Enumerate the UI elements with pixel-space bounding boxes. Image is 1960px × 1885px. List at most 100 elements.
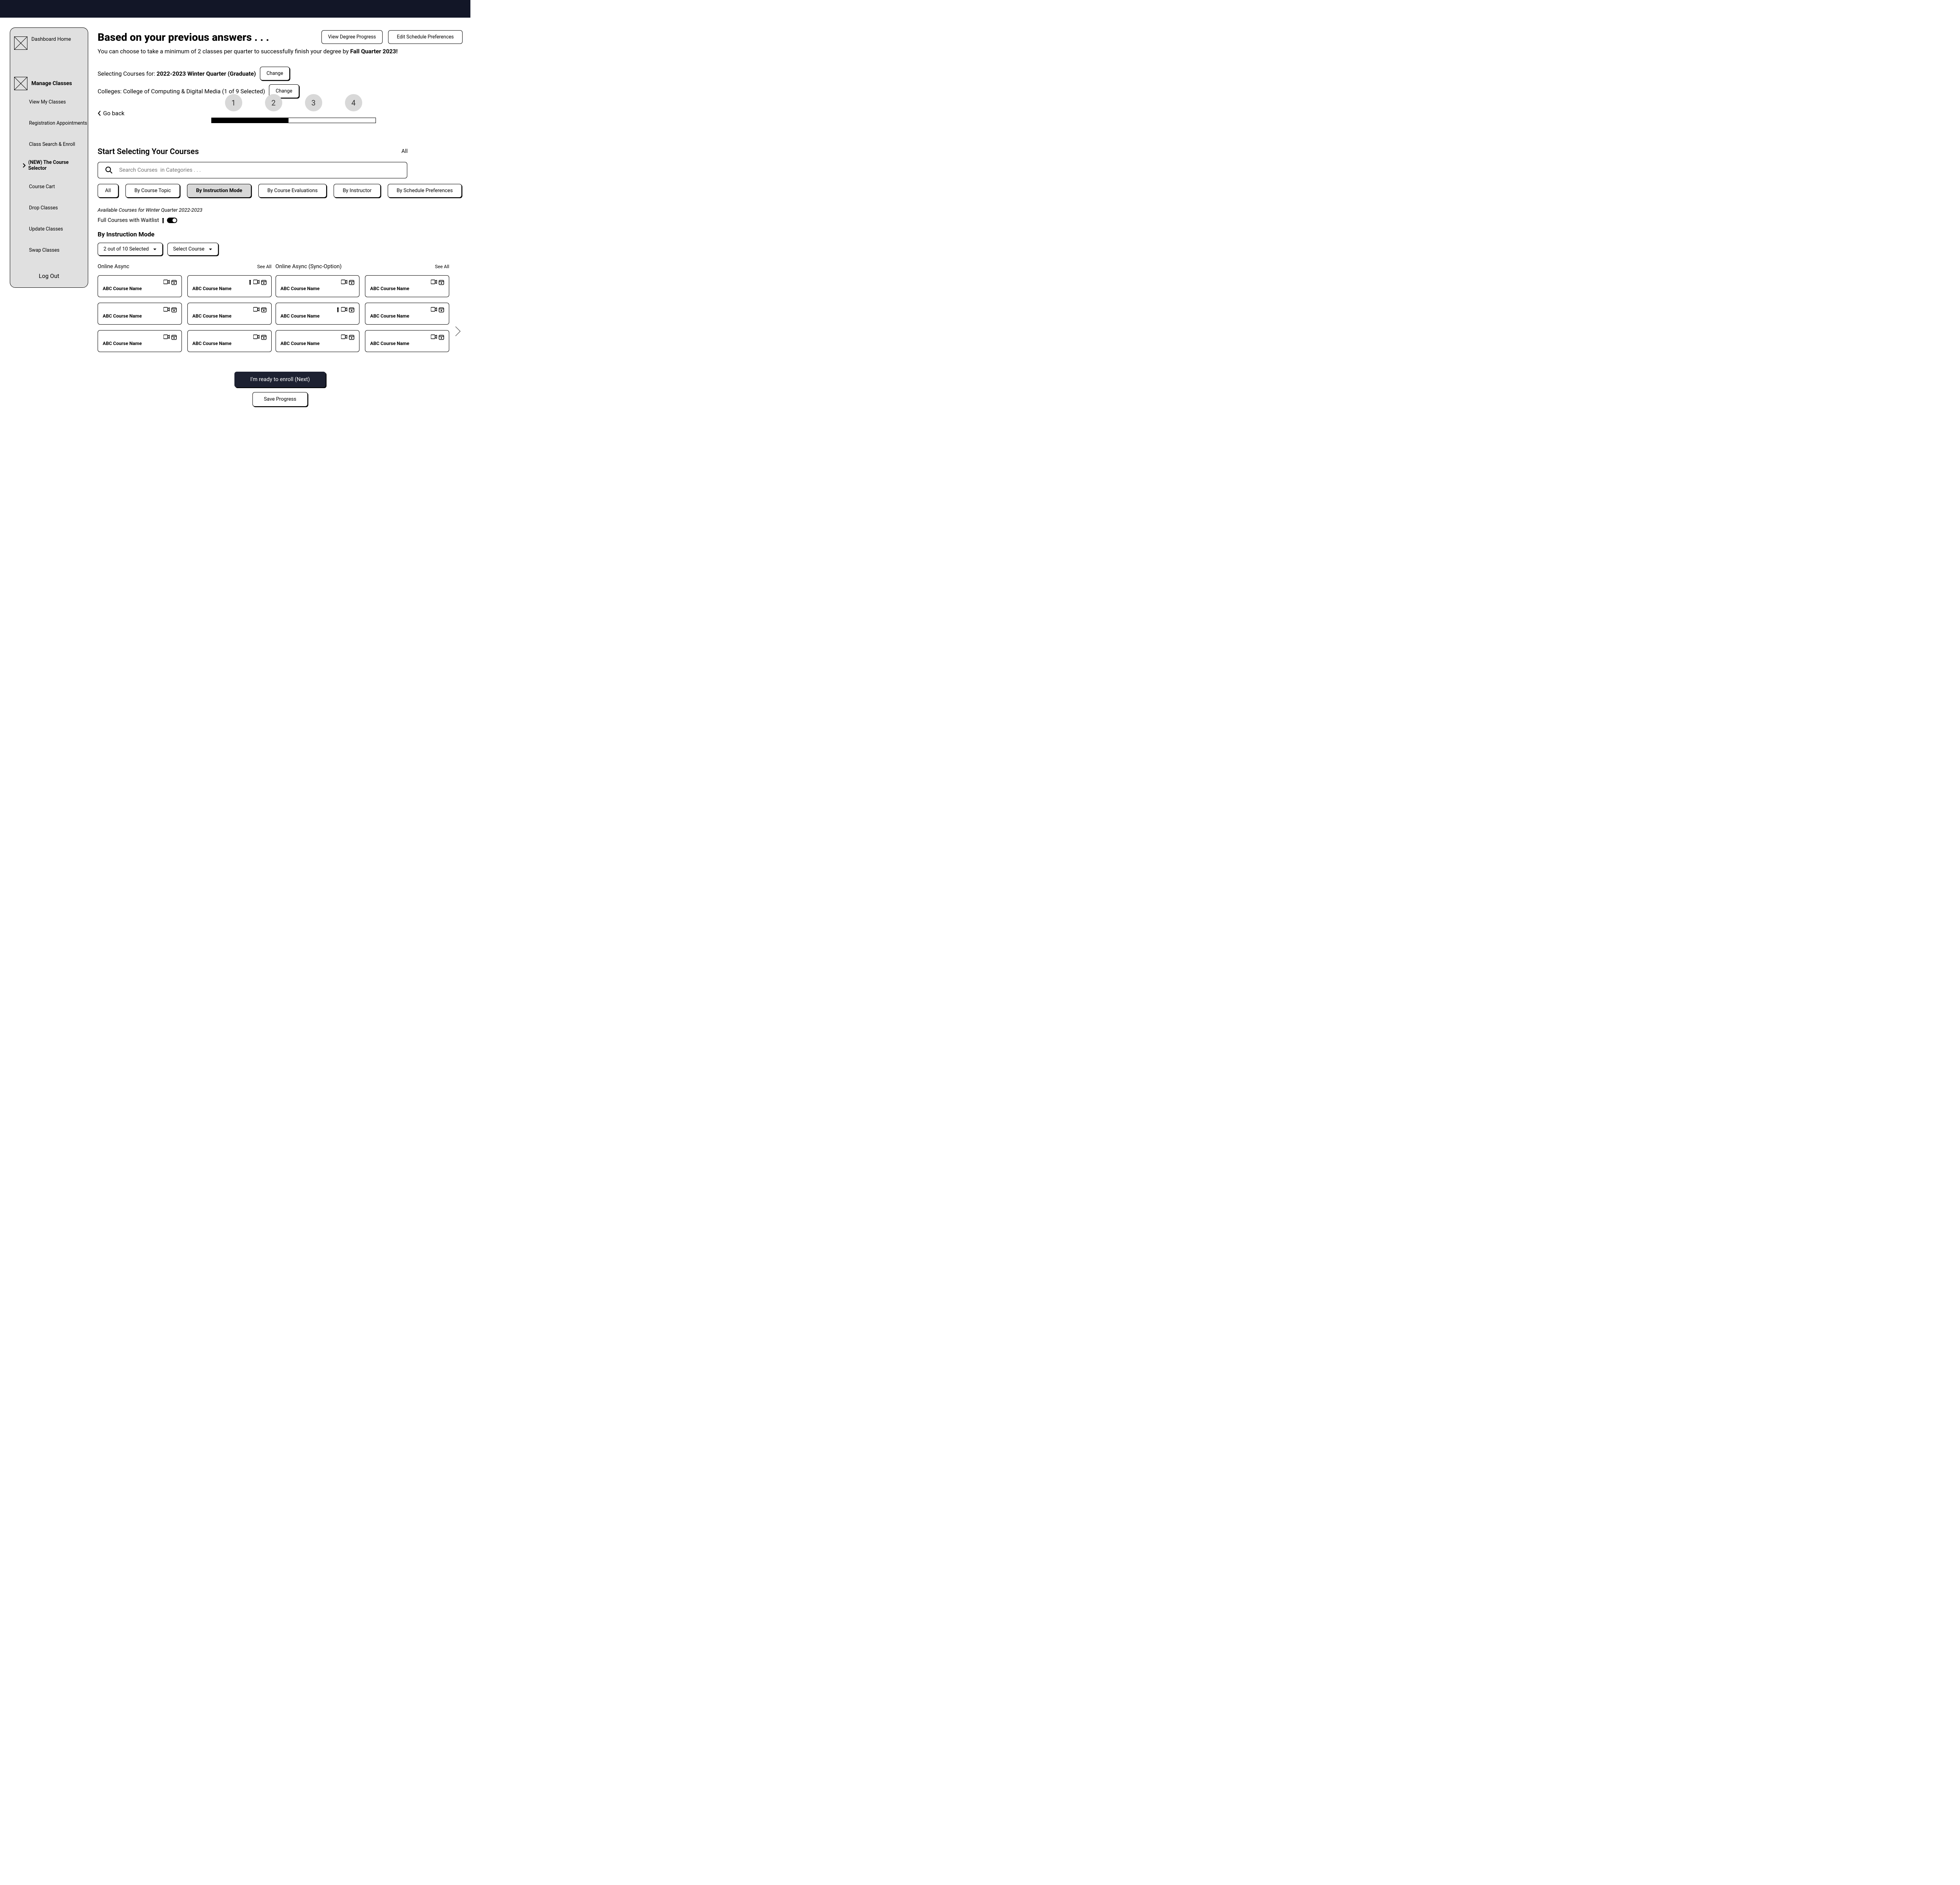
selected-count-dropdown[interactable]: 2 out of 10 Selected [98,243,163,256]
calendar-add-icon [349,280,354,285]
step-2: 2 [265,94,282,111]
sidebar-label-manage: Manage Classes [31,80,72,87]
waitlist-toggle-row: Full Courses with Waitlist [98,217,463,223]
course-card[interactable]: ABC Course Name [276,275,360,297]
course-card[interactable]: ABC Course Name [98,275,182,297]
video-icon [341,334,347,339]
section-title: Start Selecting Your Courses [98,147,199,156]
video-icon [253,334,260,339]
video-icon [431,307,437,312]
sub-section-title: By Instruction Mode [98,231,463,238]
video-icon [163,334,170,339]
sidebar-sub-swap[interactable]: Swap Classes [10,240,88,261]
change-quarter-button[interactable]: Change [260,67,290,80]
waitlist-toggle[interactable] [167,218,177,223]
course-card[interactable]: ABC Course Name [276,303,360,325]
search-bar[interactable] [98,162,407,178]
sidebar-sub-course-cart[interactable]: Course Cart [10,176,88,197]
search-input[interactable] [119,167,400,173]
see-all-async[interactable]: See All [257,264,272,269]
sidebar-sub-view-classes[interactable]: View My Classes [10,91,88,113]
step-3: 3 [305,94,322,111]
calendar-add-icon [261,280,267,285]
ready-to-enroll-button[interactable]: I'm ready to enroll (Next) [234,372,325,387]
course-card[interactable]: ABC Course Name [276,330,360,352]
video-icon [163,280,170,284]
exclamation-icon [249,280,252,285]
column-title-async: Online Async [98,263,129,270]
main-content: Based on your previous answers . . . Vie… [88,18,470,422]
column-title-sync: Online Async (Sync-Option) [276,263,342,270]
sidebar-sub-update[interactable]: Update Classes [10,218,88,240]
placeholder-icon [14,36,27,50]
course-card[interactable]: ABC Course Name [187,275,272,297]
go-back-button[interactable]: Go back [98,110,125,117]
sidebar-item-manage[interactable]: Manage Classes [10,76,88,91]
chevron-down-icon [153,248,157,251]
selector-row: Selecting Courses for: 2022-2023 Winter … [98,67,463,98]
filter-instructor[interactable]: By Instructor [334,184,380,198]
calendar-add-icon [171,280,177,285]
calendar-add-icon [349,307,354,312]
calendar-add-icon [261,334,267,340]
course-card[interactable]: ABC Course Name [365,303,449,325]
course-selector-label: Selecting Courses for: 2022-2023 Winter … [98,70,256,77]
logout-button[interactable]: Log Out [10,261,88,283]
course-column-async: Online Async See All ABC Course Name [98,263,272,352]
edit-schedule-preferences-button[interactable]: Edit Schedule Preferences [388,30,463,44]
filter-row: All By Course Topic By Instruction Mode … [98,184,463,198]
next-page-button[interactable] [453,326,463,337]
sidebar-item-home[interactable]: Dashboard Home [10,33,88,76]
video-icon [253,280,260,284]
sidebar-sub-registration[interactable]: Registration Appointments [10,113,88,134]
filter-all[interactable]: All [98,184,118,198]
subtitle: You can choose to take a minimum of 2 cl… [98,48,463,55]
chevron-right-icon [22,163,26,168]
course-card[interactable]: ABC Course Name [98,330,182,352]
video-icon [163,307,170,312]
top-bar [0,0,470,18]
select-course-dropdown[interactable]: Select Course [167,243,218,256]
sidebar-sub-class-search[interactable]: Class Search & Enroll [10,134,88,155]
video-icon [341,280,347,284]
calendar-add-icon [261,307,267,312]
exclamation-icon [162,217,165,223]
step-indicator: 1 2 3 4 [225,94,362,111]
course-card[interactable]: ABC Course Name [365,330,449,352]
placeholder-icon [14,77,27,90]
step-4: 4 [345,94,362,111]
course-column-sync-option: Online Async (Sync-Option) See All ABC C… [276,263,450,352]
view-degree-progress-button[interactable]: View Degree Progress [321,30,383,44]
available-courses-label: Available Courses for Winter Quarter 202… [98,207,463,213]
chevron-left-icon [98,111,102,116]
page-title: Based on your previous answers . . . [98,31,269,44]
calendar-add-icon [171,307,177,312]
video-icon [431,280,437,284]
college-selector-label: Colleges: College of Computing & Digital… [98,88,265,95]
video-icon [253,307,260,312]
see-all-sync[interactable]: See All [435,264,450,269]
course-card[interactable]: ABC Course Name [98,303,182,325]
calendar-add-icon [439,334,444,340]
search-icon [105,166,113,174]
sidebar-label-home: Dashboard Home [31,36,71,42]
sidebar: Dashboard Home Manage Classes View My Cl… [10,27,88,288]
calendar-add-icon [171,334,177,340]
chevron-right-icon [455,326,461,337]
filter-evaluations[interactable]: By Course Evaluations [258,184,327,198]
all-link[interactable]: All [401,148,408,154]
sidebar-sub-drop[interactable]: Drop Classes [10,197,88,218]
progress-bar [211,118,376,123]
filter-topic[interactable]: By Course Topic [125,184,180,198]
save-progress-button[interactable]: Save Progress [252,392,308,407]
course-card[interactable]: ABC Course Name [365,275,449,297]
course-card[interactable]: ABC Course Name [187,330,272,352]
filter-schedule-prefs[interactable]: By Schedule Preferences [388,184,462,198]
course-card[interactable]: ABC Course Name [187,303,272,325]
progress-fill [212,118,289,123]
sidebar-sub-course-selector[interactable]: (NEW) The Course Selector [10,155,88,176]
video-icon [341,307,347,312]
calendar-add-icon [439,280,444,285]
video-icon [431,334,437,339]
filter-instruction-mode[interactable]: By Instruction Mode [187,184,251,198]
